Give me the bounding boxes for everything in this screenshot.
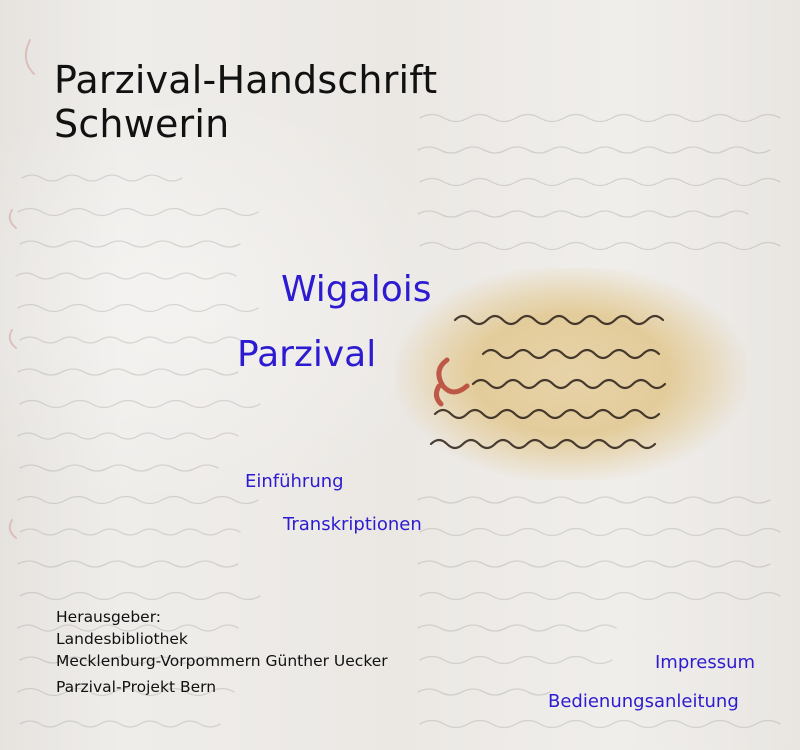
page-title-line-2: Schwerin	[54, 102, 230, 146]
wigalois-link[interactable]: Wigalois	[281, 268, 432, 312]
publisher-line-1: Landesbibliothek	[56, 630, 188, 648]
publisher-label: Herausgeber:	[56, 608, 162, 626]
publisher-info: Herausgeber: Landesbibliothek Mecklenbur…	[56, 606, 388, 698]
publisher-line-3: Parzival-Projekt Bern	[56, 678, 217, 696]
page-title: Parzival-Handschrift Schwerin	[54, 58, 437, 146]
start-page: Parzival-Handschrift Schwerin Wigalois P…	[0, 0, 800, 750]
impressum-link[interactable]: Impressum	[655, 651, 755, 675]
publisher-line-2: Mecklenburg-Vorpommern Günther Uecker	[56, 652, 388, 670]
parzival-link[interactable]: Parzival	[237, 333, 376, 377]
transkriptionen-link[interactable]: Transkriptionen	[283, 513, 422, 537]
einfuehrung-link[interactable]: Einführung	[245, 470, 344, 494]
manuscript-fragment-image	[395, 268, 747, 480]
page-title-line-1: Parzival-Handschrift	[54, 58, 438, 102]
bedienungsanleitung-link[interactable]: Bedienungsanleitung	[548, 690, 739, 714]
